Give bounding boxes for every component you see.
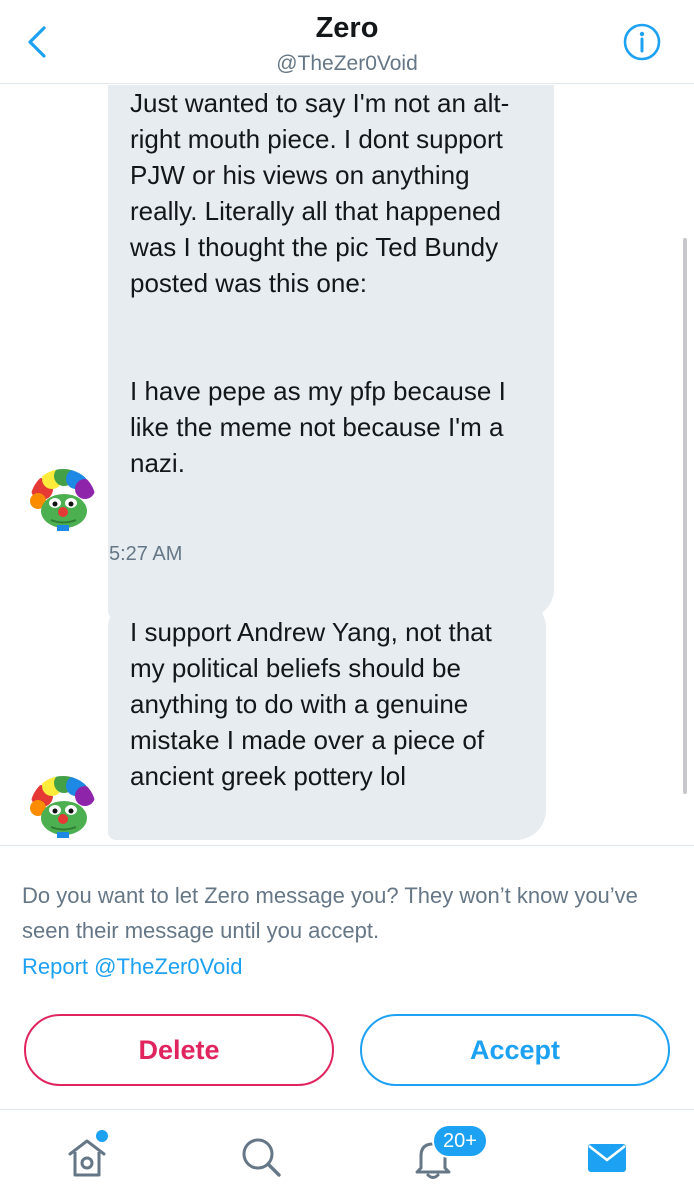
embedded-media-placeholder <box>130 301 530 373</box>
clown-pepe-avatar-icon <box>30 469 96 535</box>
report-link[interactable]: Report @TheZer0Void <box>22 949 242 984</box>
clown-pepe-avatar-icon <box>30 776 96 842</box>
notifications-badge: 20+ <box>432 1124 488 1158</box>
info-circle-icon <box>623 23 661 61</box>
message-text: I support Andrew Yang, not that my polit… <box>130 617 492 791</box>
tab-bar: 20+ <box>0 1109 694 1200</box>
user-handle: @TheZer0Void <box>276 52 418 75</box>
tab-search[interactable] <box>236 1132 286 1182</box>
message-text: Just wanted to say I'm not an alt-right … <box>130 88 510 298</box>
message-timestamp: 5:27 AM <box>109 543 183 565</box>
page-title: Zero <box>315 12 379 44</box>
accept-button[interactable]: Accept <box>360 1014 670 1086</box>
info-button[interactable] <box>622 22 662 62</box>
message-bubble[interactable]: Just wanted to say I'm not an alt-right … <box>108 85 554 619</box>
tab-messages[interactable] <box>582 1132 632 1182</box>
home-unread-dot <box>96 1130 108 1142</box>
request-prompt: Do you want to let Zero message you? The… <box>22 883 638 943</box>
scrollbar[interactable] <box>683 238 687 794</box>
envelope-icon <box>588 1144 626 1172</box>
message-request-panel: Do you want to let Zero message you? The… <box>0 845 694 1109</box>
avatar[interactable] <box>30 469 96 535</box>
message-list[interactable]: Just wanted to say I'm not an alt-right … <box>0 85 694 842</box>
conversation-header: Zero @TheZer0Void <box>0 0 694 84</box>
search-icon <box>242 1138 281 1177</box>
message-text: I have pepe as my pfp because I like the… <box>130 376 506 478</box>
message-bubble[interactable]: I support Andrew Yang, not that my polit… <box>108 598 546 840</box>
avatar[interactable] <box>30 776 96 842</box>
delete-button[interactable]: Delete <box>24 1014 334 1086</box>
